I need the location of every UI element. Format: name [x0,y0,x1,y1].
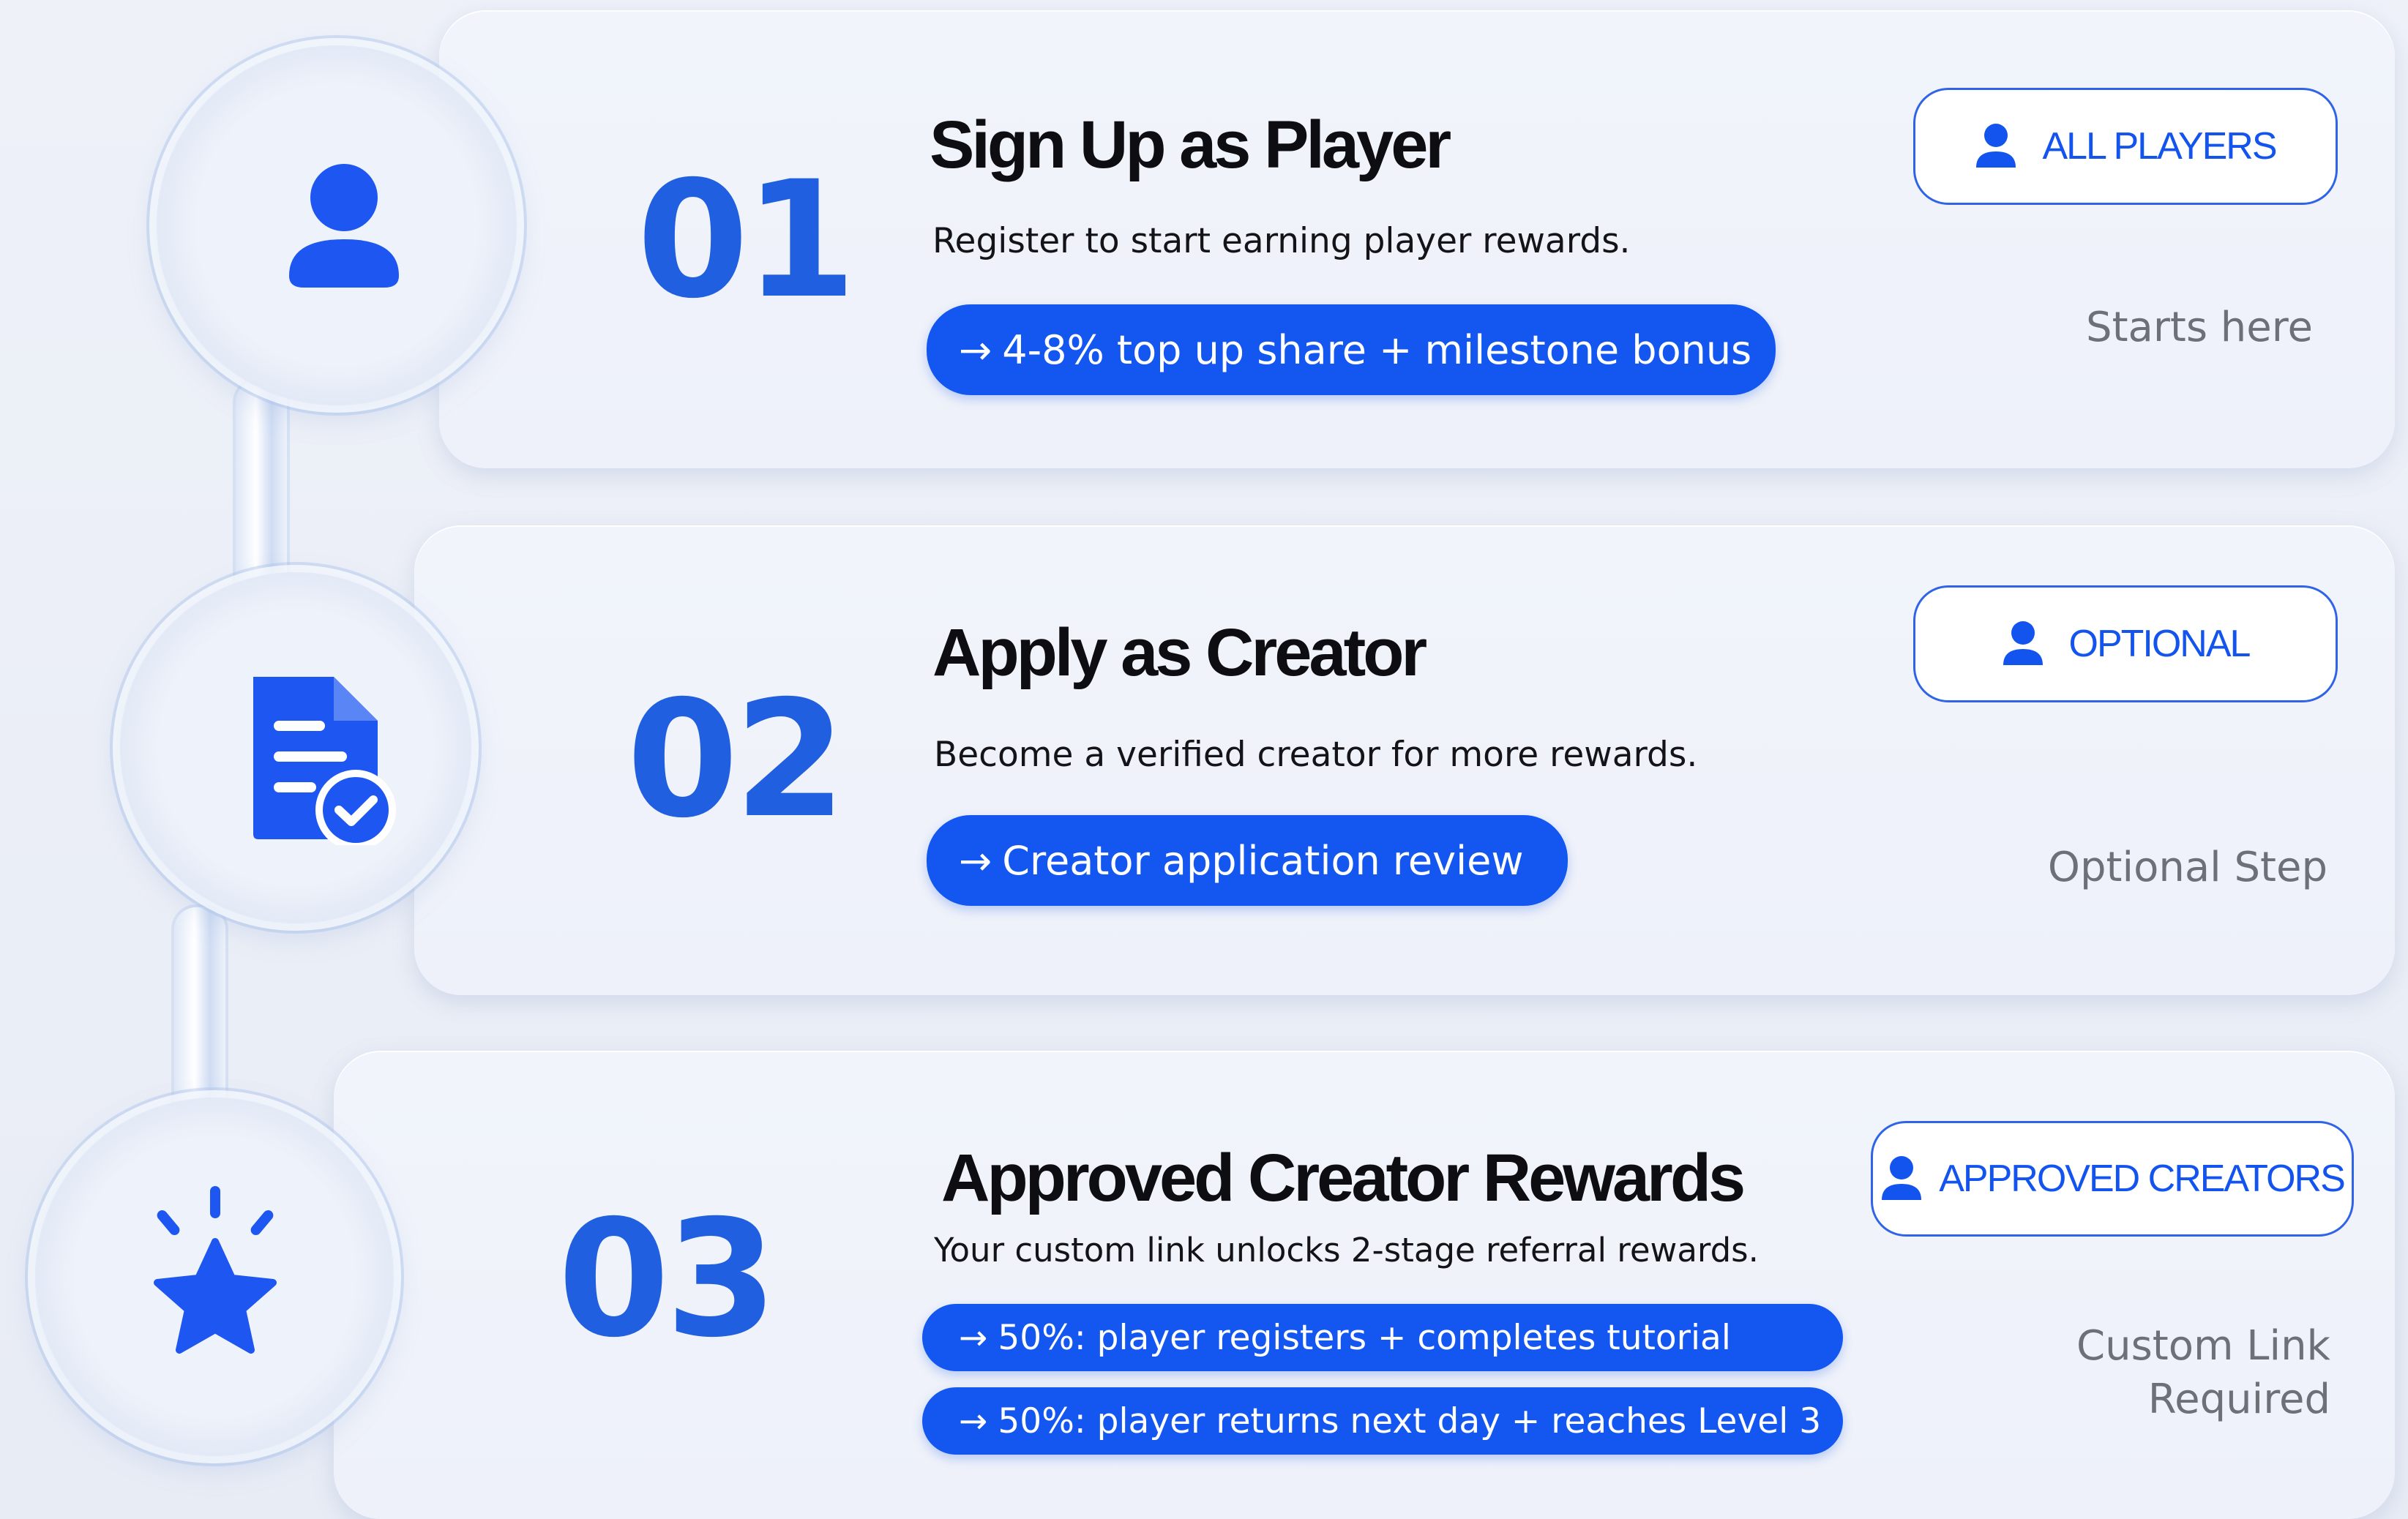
audience-badge-3[interactable]: APPROVED CREATORS [1871,1121,2354,1237]
note-line: Custom Link [2076,1322,2330,1370]
arrow-right-icon: → [959,326,992,373]
pill-label: 4-8% top up share + milestone bonus [1002,326,1752,373]
step-number-2: 02 [627,666,846,853]
note-line: Optional Step [2047,844,2327,891]
step-description-1: Register to start earning player rewards… [932,221,1631,261]
pill-label: Creator application review [1002,837,1524,884]
note-line: Required [2147,1375,2330,1423]
step-description-2: Become a verified creator for more rewar… [934,735,1698,775]
step-1-reward-pill[interactable]: → 4-8% top up share + milestone bonus [927,304,1776,395]
document-check-icon [231,666,407,849]
arrow-right-icon: → [959,837,992,884]
note-line: Starts here [2086,304,2313,351]
arrow-right-icon: → [959,1400,988,1441]
user-icon [1882,1156,1922,1200]
step-3-reward-pill-1[interactable]: → 50%: player registers + completes tuto… [922,1304,1843,1371]
badge-label: ALL PLAYERS [2042,125,2277,168]
audience-badge-2[interactable]: OPTIONAL [1913,585,2338,702]
pill-label: 50%: player registers + completes tutori… [998,1317,1731,1358]
arrow-right-icon: → [959,1317,988,1358]
badge-label: APPROVED CREATORS [1939,1158,2346,1200]
user-icon [1976,124,2016,168]
timeline-connector-2 [174,907,225,1127]
star-icon [139,1178,293,1361]
step-note-1: Starts here [2086,301,2313,355]
user-icon [2003,621,2043,665]
step-description-3: Your custom link unlocks 2-stage referra… [934,1231,1759,1269]
audience-badge-1[interactable]: ALL PLAYERS [1913,88,2338,205]
step-2-review-pill[interactable]: → Creator application review [927,815,1568,906]
user-icon [278,154,410,293]
step-number-1: 01 [637,146,856,334]
step-note-2: Optional Step [2048,841,2327,895]
step-number-3: 03 [558,1185,777,1373]
step-3-reward-pill-2[interactable]: → 50%: player returns next day + reaches… [922,1387,1843,1455]
step-title-3: Approved Creator Rewards [941,1141,1746,1215]
timeline-connector-1 [236,380,287,600]
step-title-2: Apply as Creator [932,615,1427,690]
pill-label: 50%: player returns next day + reaches L… [998,1400,1822,1441]
badge-label: OPTIONAL [2068,623,2251,665]
step-title-1: Sign Up as Player [930,108,1451,182]
step-note-3: Custom Link Required [2076,1320,2330,1427]
